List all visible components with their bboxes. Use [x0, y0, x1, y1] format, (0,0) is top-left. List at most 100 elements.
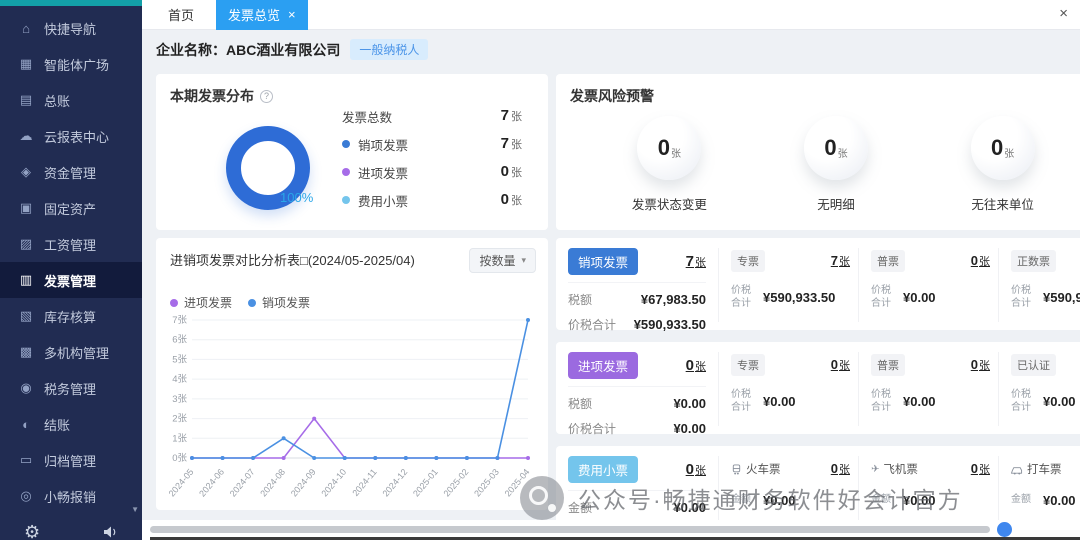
svg-text:2张: 2张 — [172, 414, 187, 425]
invoice-summary-rows: 销项发票 7张 税额 ¥67,983.50 价税合计 ¥590,933.50 专票 7… — [556, 238, 1080, 540]
risk-label: 无明细 — [817, 198, 855, 212]
sub-block: 普票 0张 价税合计 ¥0.00 — [858, 248, 998, 322]
ledger-icon: ▤ — [19, 92, 33, 107]
sidebar-item-inventory[interactable]: ▧ 库存核算 — [0, 298, 142, 334]
main-content: 企业名称：ABC酒业有限公司 一般纳税人 本期发票分布 ? 100% 发票总数 7… — [142, 30, 1080, 540]
sidebar-item-fixed-assets[interactable]: ▣ 固定资产 — [0, 190, 142, 226]
invoice-icon: ▥ — [19, 272, 33, 287]
tab-close-icon[interactable]: × — [288, 8, 296, 21]
chart-legend: 进项发票 销项发票 — [170, 294, 310, 311]
tab-label: 发票总览 — [228, 8, 281, 23]
sidebar-item-archive[interactable]: ▭ 归档管理 — [0, 442, 142, 478]
sub-tag: 已认证 — [1011, 354, 1056, 376]
risk-items: 0 张发票状态变更 0 张无明细 0 张无往来单位 — [556, 106, 1080, 213]
risk-item: 0 张无明细 — [753, 116, 920, 213]
sub-count-link[interactable]: 0张 — [971, 252, 990, 270]
plane-icon sub-tag: ✈ 飞机票 — [871, 463, 918, 477]
sub-count-link[interactable]: 7张 — [831, 252, 850, 270]
sub-count-link[interactable]: 0张 — [831, 460, 850, 478]
tax-icon: ◉ — [20, 380, 32, 395]
company-name: 企业名称：ABC酒业有限公司 — [156, 40, 340, 60]
sidebar-item-tax[interactable]: ◉ 税务管理 — [0, 370, 142, 406]
risk-count-circle: 0张 — [803, 116, 868, 180]
tab-home[interactable]: 首页 — [156, 0, 206, 30]
sidebar-item-multi-org[interactable]: ▩ 多机构管理 — [0, 334, 142, 370]
inventory-icon: ▧ — [19, 308, 33, 323]
trend-chart: 0张1张2张3张4张5张6张7张2024-05 2024-06 2024-07 202… — [167, 315, 532, 499]
sub-count-link[interactable]: 0张 — [971, 460, 990, 478]
help-icon[interactable]: ? — [260, 89, 273, 103]
input-invoice-button[interactable]: 进项发票 — [568, 352, 639, 379]
sub-block: 火车票 0张 金额 ¥0.00 — [718, 456, 858, 530]
company-name-value: ABC酒业有限公司 — [226, 41, 341, 58]
input-invoice-summary-row: 进项发票 0张 税额 ¥0.00 价税合计 ¥0.00 专票 0张 价税合计 ¥0.0… — [556, 342, 1080, 436]
sub-tag: 普票 — [871, 250, 905, 272]
svg-text:4张: 4张 — [172, 374, 187, 385]
svg-text:3张: 3张 — [172, 394, 187, 405]
sidebar-item-label: 云报表中心 — [44, 129, 110, 145]
output-invoice-summary-row: 销项发票 7张 税额 ¥67,983.50 价税合计 ¥590,933.50 专票 7… — [556, 238, 1080, 332]
output-invoice-count-link[interactable]: 7张 — [686, 253, 706, 271]
sub-block: ✈ 飞机票 0张 金额 ¥0.00 — [858, 456, 998, 530]
expense-receipt-count-link[interactable]: 0张 — [686, 461, 706, 479]
sidebar-item-label: 工资管理 — [44, 237, 97, 253]
risk-count-circle: 0张 — [970, 116, 1035, 180]
speaker-icon[interactable] — [103, 525, 118, 539]
input-invoice-count-link[interactable]: 0张 — [686, 357, 706, 375]
tab-invoice-overview[interactable]: 发票总览 × — [216, 0, 308, 30]
distribution-stat: 费用小票 0 张 — [342, 186, 522, 214]
risk-label: 无往来单位 — [971, 198, 1034, 212]
horizontal-scrollbar[interactable] — [150, 526, 990, 533]
svg-text:2024-10: 2024-10 — [319, 467, 348, 499]
sidebar-item-agent-plaza[interactable]: ▦ 智能体广场 — [0, 46, 142, 82]
summary-field: 税额 ¥0.00 — [568, 396, 706, 411]
svg-text:2024-12: 2024-12 — [380, 467, 409, 499]
legend-dot-icon — [342, 196, 350, 204]
distribution-stat: 发票总数 7 张 — [342, 107, 522, 125]
sidebar-item-label: 固定资产 — [44, 201, 97, 217]
sidebar-item-reimburse[interactable]: ◎ 小畅报销 — [0, 478, 142, 514]
sidebar-item-label: 结账 — [44, 417, 71, 433]
window-close-icon[interactable]: × — [1059, 6, 1068, 21]
output-invoice-button[interactable]: 销项发票 — [568, 248, 639, 275]
settings-gear-icon[interactable]: ⚙ — [24, 522, 40, 540]
sub-block: 正数票 价税合计 ¥590,933.50 — [998, 248, 1080, 322]
sidebar: ⌂ 快捷导航 ▦ 智能体广场 ▤ 总账 ☁ 云报表中心 ◈ 资金管理 ▣ 固定资产 ▨ 工资管理 ▥ 发票管理… — [0, 0, 142, 540]
donut-percentage: 100% — [280, 190, 314, 205]
sidebar-item-closing[interactable]: ◐ 结账 — [0, 406, 142, 442]
svg-text:2024-09: 2024-09 — [289, 467, 318, 499]
sidebar-item-label: 税务管理 — [44, 381, 97, 397]
sub-block: 专票 7张 价税合计 ¥590,933.50 — [718, 248, 858, 322]
floating-button[interactable] — [997, 522, 1012, 537]
chart-card: 进销项发票对比分析表□(2024/05-2025/04) 按数量 ▾ 进项发票销… — [156, 238, 548, 510]
summary-field: 价税合计 ¥590,933.50 — [568, 317, 706, 332]
sidebar-scroll-down-icon[interactable]: ▼ — [131, 505, 139, 514]
sidebar-item-label: 库存核算 — [44, 309, 97, 325]
risk-card: 发票风险预警 0 张发票状态变更 0 张无明细 0 张无往来单位 — [556, 74, 1080, 230]
sidebar-item-label: 资金管理 — [44, 165, 97, 181]
distribution-card: 本期发票分布 ? 100% 发票总数 7 张销项发票 7 张进项发票 0 张费用小票 0 张 — [156, 74, 548, 230]
risk-count-circle: 0张 — [637, 116, 702, 180]
sub-block: 打车票 金额 ¥0.00 — [998, 456, 1080, 530]
sidebar-item-label: 智能体广场 — [44, 57, 110, 73]
funds-icon: ◈ — [21, 164, 31, 179]
sidebar-item-cloud-report[interactable]: ☁ 云报表中心 — [0, 118, 142, 154]
home-icon: ⌂ — [22, 20, 30, 36]
risk-item: 0 张无往来单位 — [919, 116, 1080, 213]
legend-item: 进项发票 — [170, 294, 232, 311]
expense-receipt-button[interactable]: 费用小票 — [568, 456, 639, 483]
taxi-icon sub-tag: 打车票 — [1011, 461, 1062, 477]
sidebar-item-quick-nav[interactable]: ⌂ 快捷导航 — [0, 10, 142, 46]
sidebar-item-funds[interactable]: ◈ 资金管理 — [0, 154, 142, 190]
legend-item: 销项发票 — [248, 294, 310, 311]
sub-count-link[interactable]: 0张 — [831, 356, 850, 374]
sub-count-link[interactable]: 0张 — [971, 356, 990, 374]
sidebar-item-invoice[interactable]: ▥ 发票管理 — [0, 262, 142, 298]
sidebar-item-label: 多机构管理 — [44, 345, 110, 361]
chart-title: 进销项发票对比分析表□(2024/05-2025/04) — [170, 253, 415, 268]
sidebar-item-general-ledger[interactable]: ▤ 总账 — [0, 82, 142, 118]
sort-dropdown[interactable]: 按数量 ▾ — [469, 248, 536, 273]
svg-text:2025-03: 2025-03 — [472, 467, 501, 499]
sidebar-item-payroll[interactable]: ▨ 工资管理 — [0, 226, 142, 262]
svg-text:5张: 5张 — [172, 354, 187, 365]
